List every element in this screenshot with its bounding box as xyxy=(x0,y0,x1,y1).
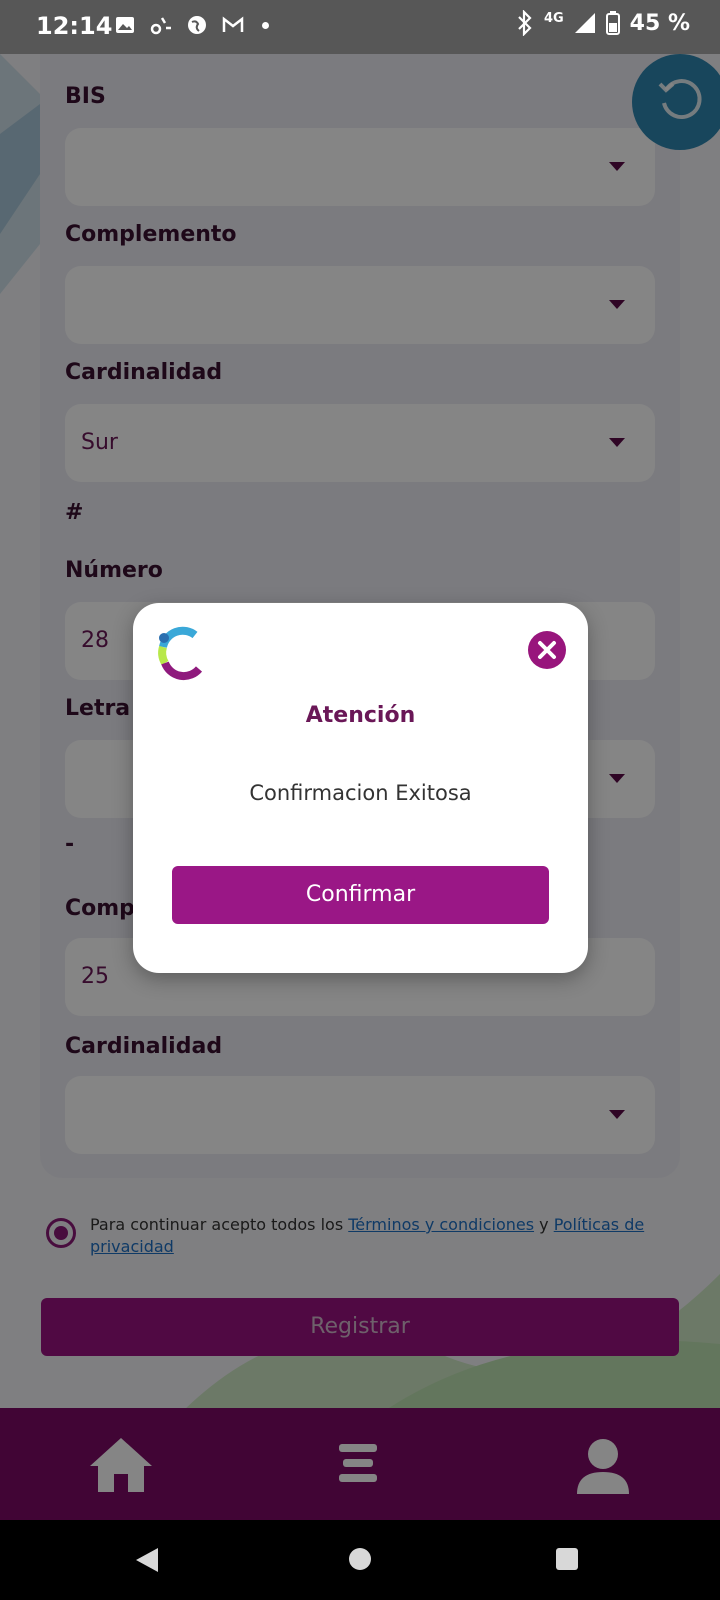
battery-icon xyxy=(605,11,620,35)
confirmation-dialog: Atención Confirmacion Exitosa Confirmar xyxy=(133,603,588,973)
system-navigation-bar xyxy=(0,1520,720,1600)
signal-hub-icon xyxy=(150,17,171,35)
gmail-icon xyxy=(222,16,244,32)
notification-icons xyxy=(114,14,269,36)
recents-icon[interactable] xyxy=(556,1548,578,1570)
home-circle-icon[interactable] xyxy=(349,1548,371,1570)
cell-signal-icon xyxy=(574,13,595,33)
status-time: 12:14 xyxy=(36,12,113,40)
dialog-title: Atención xyxy=(305,703,416,728)
back-icon[interactable] xyxy=(136,1548,158,1572)
image-icon xyxy=(116,17,134,33)
confirm-button[interactable]: Confirmar xyxy=(172,866,549,924)
more-notifications-dot xyxy=(262,21,269,29)
close-icon xyxy=(538,641,556,659)
status-bar: 12:14 4G 45 % xyxy=(0,0,720,54)
globe-icon xyxy=(188,16,206,34)
close-button[interactable] xyxy=(528,631,566,669)
network-type: 4G xyxy=(543,10,564,26)
dialog-message: Confirmacion Exitosa xyxy=(249,781,472,805)
battery-percent: 45 % xyxy=(629,10,690,36)
app-logo xyxy=(158,626,203,681)
bluetooth-icon xyxy=(518,10,532,36)
system-icons: 4G 45 % xyxy=(516,10,690,36)
